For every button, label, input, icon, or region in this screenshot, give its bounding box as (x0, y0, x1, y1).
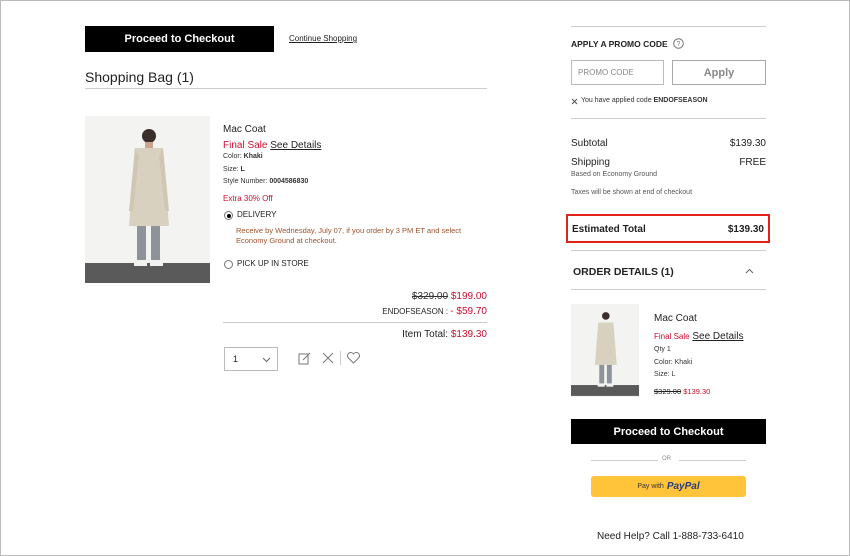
or-label: OR (662, 456, 671, 462)
delivery-radio[interactable] (224, 211, 233, 220)
discount-code-label: ENDOFSEASON : (382, 307, 449, 316)
paypal-logo: PayPal (667, 481, 700, 492)
size-label: Size: (223, 166, 239, 173)
applied-code-prefix: You have applied code (581, 97, 652, 104)
order-see-details-link[interactable]: See Details (692, 331, 743, 342)
shipping-label: Shipping (571, 157, 610, 168)
color-label: Color: (223, 153, 242, 160)
divider (571, 26, 766, 27)
remove-icon[interactable] (322, 352, 334, 364)
item-total-label: Item Total: (402, 329, 449, 340)
help-phone-text: Need Help? Call 1-888-733-6410 (597, 531, 744, 542)
order-details-heading[interactable]: ORDER DETAILS (1) (573, 266, 674, 278)
subtotal-label: Subtotal (571, 138, 608, 149)
item-total-value: $139.30 (450, 329, 487, 340)
order-product-image (571, 304, 639, 397)
edit-icon[interactable] (298, 352, 311, 365)
estimated-total-label: Estimated Total (572, 224, 646, 235)
style-number-value: 0004586830 (269, 178, 309, 185)
product-image[interactable] (85, 116, 210, 283)
coat-model-figure (571, 312, 639, 396)
proceed-to-checkout-button[interactable]: Proceed to Checkout (85, 26, 274, 52)
pickup-radio[interactable] (224, 260, 233, 269)
promo-note: Extra 30% Off (223, 194, 273, 203)
paypal-logo-text: PayPal (666, 481, 700, 492)
estimated-total-box: Estimated Total $139.30 (566, 214, 770, 243)
help-icon[interactable]: ? (673, 38, 684, 49)
svg-text:?: ? (677, 41, 681, 48)
delivery-note: Receive by Wednesday, July 07, if you or… (236, 226, 462, 245)
delivery-label[interactable]: DELIVERY (237, 210, 276, 219)
chevron-up-icon[interactable] (745, 268, 754, 274)
shopping-bag-title: Shopping Bag (1) (85, 69, 194, 85)
order-color: Color: Khaki (654, 359, 693, 366)
estimated-total-value: $139.30 (727, 224, 764, 235)
order-original-price: $329.00 (654, 387, 682, 396)
quantity-value: 1 (233, 354, 239, 364)
save-for-later-heart-icon[interactable] (346, 351, 361, 365)
divider (571, 250, 766, 251)
shipping-value: FREE (739, 157, 766, 168)
divider (591, 460, 658, 461)
paypal-prefix: Pay with (637, 483, 664, 490)
paypal-button[interactable]: Pay with PayPal (591, 476, 746, 497)
divider (85, 88, 487, 89)
apply-promo-button[interactable]: Apply (672, 60, 766, 85)
order-size: Size: L (654, 371, 676, 378)
promo-heading: APPLY A PROMO CODE (571, 39, 668, 49)
discount-amount: - $59.70 (450, 306, 487, 317)
chevron-down-icon (262, 357, 271, 363)
tax-note: Taxes will be shown at end of checkout (571, 189, 693, 196)
remove-code-icon[interactable] (571, 98, 578, 105)
sale-price: $199.00 (450, 291, 487, 302)
divider (571, 289, 766, 290)
order-sale-price: $139.30 (683, 387, 711, 396)
divider (340, 351, 341, 365)
quantity-select[interactable]: 1 (224, 347, 278, 371)
coat-model-figure (85, 129, 210, 283)
size-value: L (240, 166, 245, 173)
shipping-note: Based on Economy Ground (571, 171, 657, 178)
see-details-link[interactable]: See Details (270, 140, 321, 151)
pickup-label[interactable]: PICK UP IN STORE (237, 259, 309, 268)
final-sale-label: Final Sale (223, 140, 268, 151)
continue-shopping-link[interactable]: Continue Shopping (289, 34, 357, 43)
original-price: $329.00 (411, 291, 449, 302)
divider (571, 118, 766, 119)
color-value: Khaki (243, 153, 263, 160)
divider (679, 460, 746, 461)
order-qty: Qty 1 (654, 346, 671, 353)
proceed-to-checkout-button-2[interactable]: Proceed to Checkout (571, 419, 766, 444)
divider (223, 322, 487, 323)
order-product-name: Mac Coat (654, 313, 697, 324)
subtotal-value: $139.30 (729, 138, 766, 149)
product-name[interactable]: Mac Coat (223, 124, 266, 135)
applied-code: ENDOFSEASON (653, 97, 708, 104)
promo-code-input[interactable]: PROMO CODE (571, 60, 664, 85)
order-final-sale: Final Sale (654, 332, 690, 341)
style-number-label: Style Number: (223, 178, 268, 185)
